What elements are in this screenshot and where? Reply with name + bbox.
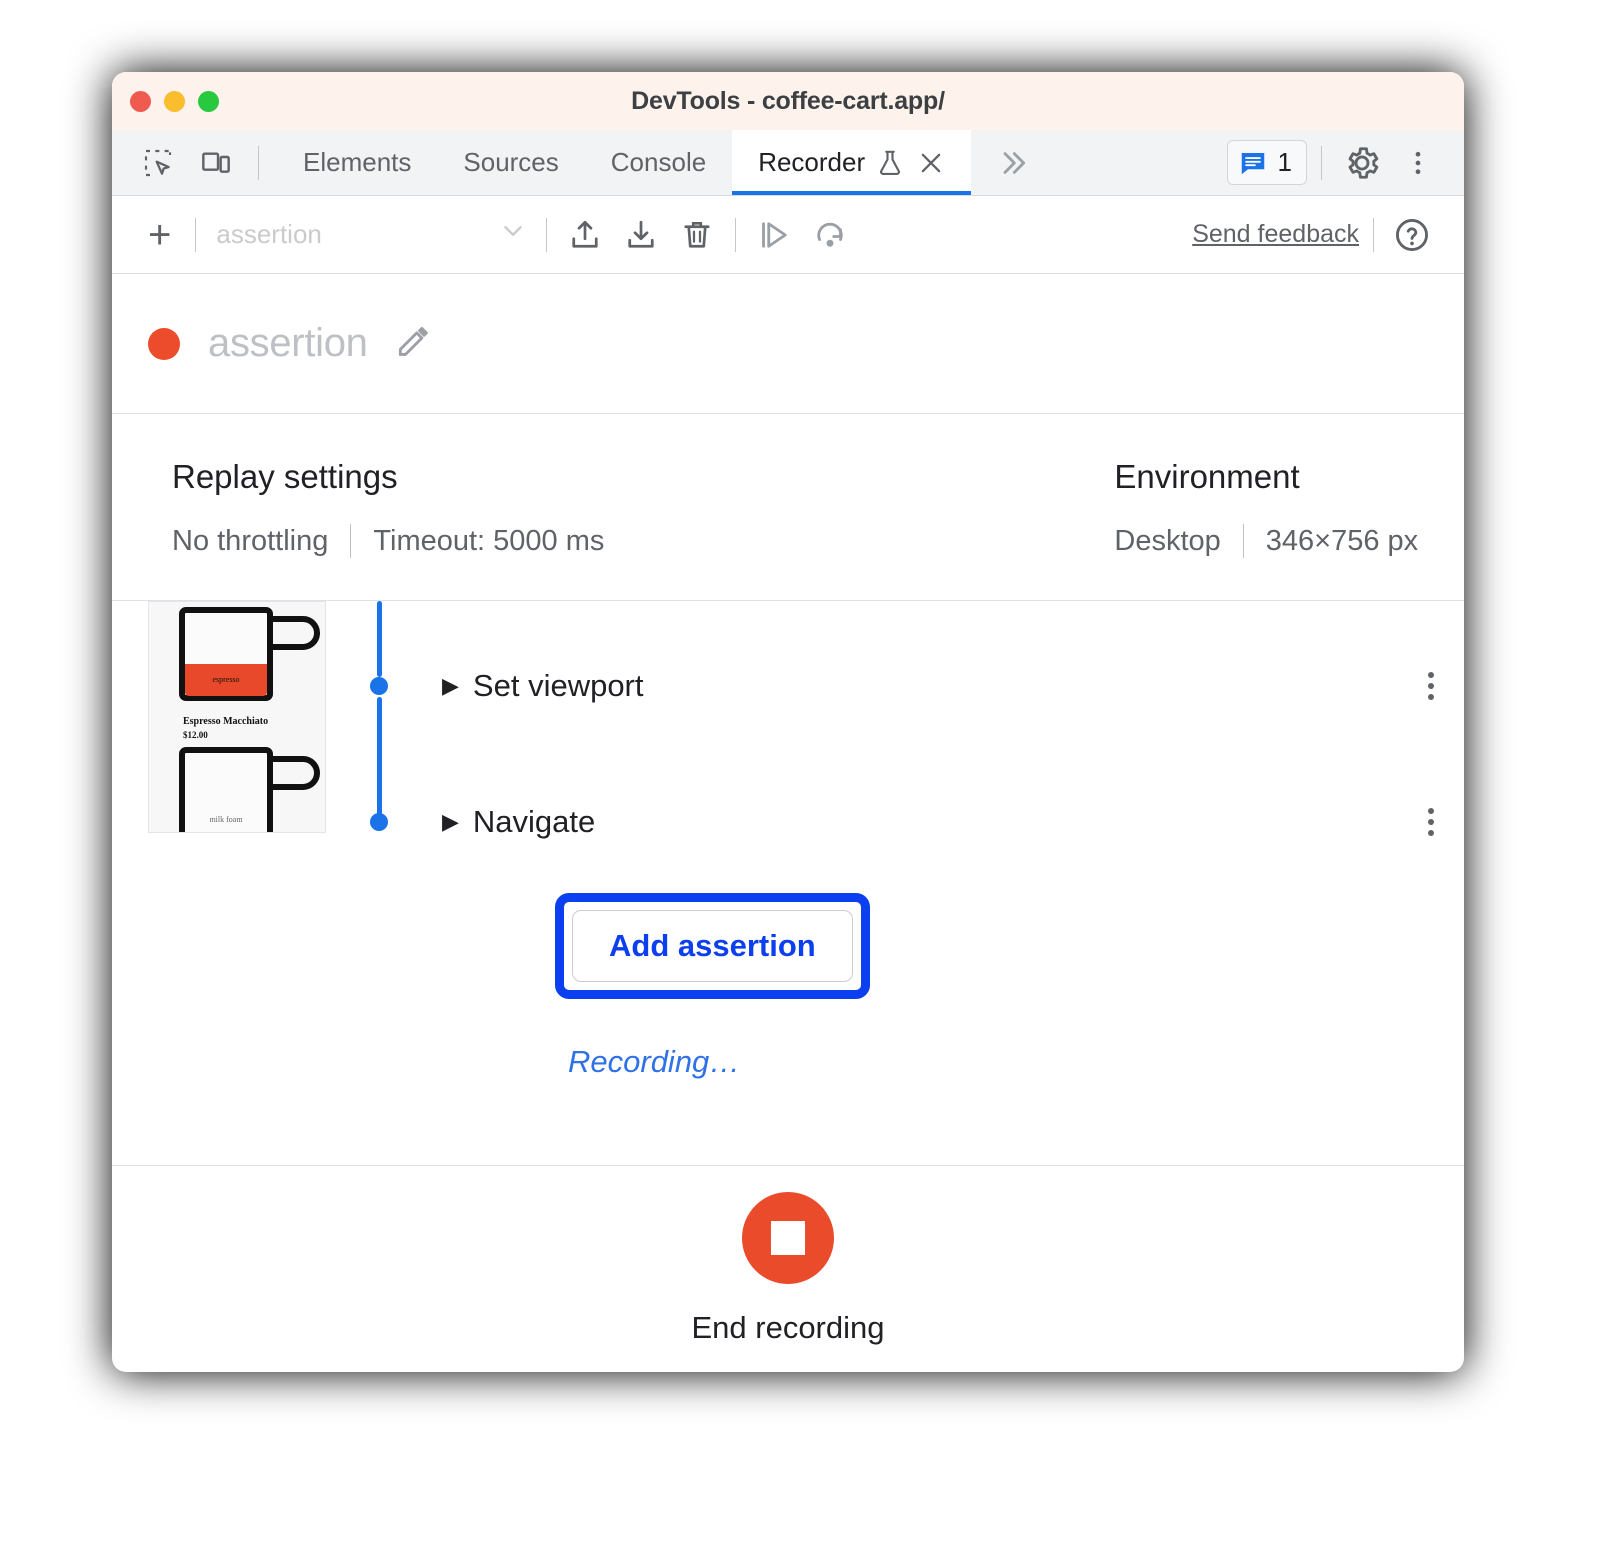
replay-settings-title: Replay settings (172, 458, 398, 495)
tab-recorder-icons (875, 148, 945, 178)
create-recording-button[interactable]: + (134, 215, 185, 255)
tab-overflow-button[interactable] (971, 130, 1055, 195)
chevron-down-icon (498, 216, 536, 253)
step-label: Set viewport (472, 668, 644, 703)
replay-settings-values: No throttling Timeout: 5000 ms (172, 524, 604, 558)
tab-sources-label: Sources (463, 147, 559, 177)
step-menu-button[interactable] (1428, 672, 1434, 700)
timeline-segment (377, 697, 382, 817)
traffic-light-group (130, 72, 219, 130)
recorder-toolbar: + assertion Send feedback (112, 196, 1464, 274)
tabbar-left-tools (112, 130, 269, 195)
tab-recorder[interactable]: Recorder (732, 130, 972, 195)
export-icon[interactable] (613, 207, 669, 263)
timeout-value[interactable]: Timeout: 5000 ms (373, 525, 604, 558)
recording-name: assertion (208, 321, 368, 365)
window-title: DevTools - coffee-cart.app/ (631, 86, 945, 115)
more-vertical-icon[interactable] (1392, 137, 1444, 189)
product-name: Espresso Macchiato (183, 716, 268, 727)
tab-list: Elements Sources Console Recorder (277, 130, 1055, 195)
flask-icon (880, 150, 901, 175)
close-window-button[interactable] (130, 90, 151, 112)
environment-title: Environment (1114, 458, 1300, 495)
maximize-window-button[interactable] (198, 90, 219, 112)
value-divider (1242, 524, 1244, 558)
tab-elements[interactable]: Elements (277, 130, 437, 195)
stop-square-icon (771, 1221, 805, 1255)
minimize-window-button[interactable] (164, 90, 185, 112)
value-divider (350, 524, 352, 558)
toolbar-divider-2 (546, 217, 548, 252)
tab-elements-label: Elements (303, 147, 412, 177)
replay-settings-block: Replay settings No throttling Timeout: 5… (112, 458, 604, 558)
add-assertion-container: Add assertion (555, 893, 870, 999)
end-recording-label: End recording (691, 1310, 885, 1345)
gear-icon[interactable] (1336, 137, 1388, 189)
tab-console[interactable]: Console (585, 130, 732, 195)
tab-console-label: Console (610, 147, 707, 177)
toolbar-divider-4 (1373, 217, 1374, 252)
window-titlebar: DevTools - coffee-cart.app/ (112, 72, 1464, 130)
recording-header: assertion (112, 274, 1464, 414)
message-count-button[interactable]: 1 (1226, 140, 1307, 185)
device-toolbar-icon[interactable] (190, 137, 242, 189)
svg-text:milk foam: milk foam (209, 815, 243, 824)
timeline-dot-2 (370, 813, 388, 831)
chevron-double-right-icon (1003, 151, 1026, 174)
tabbar-right-divider (1321, 145, 1322, 180)
toolbar-divider-1 (195, 217, 197, 252)
throttling-value[interactable]: No throttling (172, 525, 328, 558)
recording-select[interactable]: assertion (206, 216, 536, 253)
tab-sources[interactable]: Sources (437, 130, 584, 195)
steps-area: espresso Espresso Macchiato $12.00 milk … (112, 601, 1464, 1166)
step-expand-caret[interactable]: ▶ (442, 675, 459, 697)
environment-values: Desktop 346×756 px (1114, 524, 1418, 558)
viewport-value: 346×756 px (1265, 524, 1419, 557)
step-expand-caret[interactable]: ▶ (442, 811, 459, 833)
step-label: Navigate (472, 804, 596, 839)
device-value: Desktop (1114, 524, 1221, 557)
pencil-icon[interactable] (394, 322, 432, 365)
send-feedback-link[interactable]: Send feedback (1192, 220, 1363, 249)
end-recording-button[interactable] (742, 1192, 834, 1284)
screenshot-canvas: DevTools - coffee-cart.app/ Elements Sou… (0, 0, 1618, 1564)
recording-status-text: Recording… (568, 1044, 741, 1079)
timeline-dot-1 (370, 677, 388, 695)
trash-icon[interactable] (669, 207, 725, 263)
help-circle-icon[interactable] (1384, 207, 1440, 263)
add-assertion-button[interactable]: Add assertion (572, 910, 853, 982)
replay-speed-icon[interactable] (802, 207, 858, 263)
recording-screenshot-thumbnail: espresso Espresso Macchiato $12.00 milk … (148, 601, 326, 833)
recording-select-value: assertion (216, 219, 322, 249)
step-row[interactable]: ▶ Set viewport (442, 658, 1434, 714)
step-row[interactable]: ▶ Navigate (442, 794, 1434, 850)
devtools-tabbar: Elements Sources Console Recorder 1 (112, 130, 1464, 196)
devtools-window: DevTools - coffee-cart.app/ Elements Sou… (112, 72, 1464, 1372)
recorder-footer: End recording (112, 1166, 1464, 1372)
recording-dot (148, 327, 180, 360)
replay-play-icon[interactable] (746, 207, 802, 263)
message-count: 1 (1277, 147, 1292, 177)
annotation-highlight: Add assertion (555, 893, 870, 999)
tabbar-right-tools: 1 (1226, 130, 1464, 195)
close-icon (921, 153, 941, 172)
environment-block: Environment Desktop 346×756 px (1054, 458, 1418, 558)
product-price: $12.00 (183, 730, 208, 740)
message-icon (1241, 152, 1264, 174)
step-menu-button[interactable] (1428, 808, 1434, 836)
toolbar-divider-3 (735, 217, 737, 252)
tabbar-divider (258, 145, 259, 180)
import-icon[interactable] (557, 207, 613, 263)
inspect-element-icon[interactable] (132, 137, 184, 189)
steps-timeline (370, 601, 388, 1165)
tab-recorder-label: Recorder (758, 147, 866, 177)
timeline-segment (377, 601, 382, 677)
cup-label: espresso (212, 675, 239, 684)
settings-section: Replay settings No throttling Timeout: 5… (112, 414, 1464, 601)
